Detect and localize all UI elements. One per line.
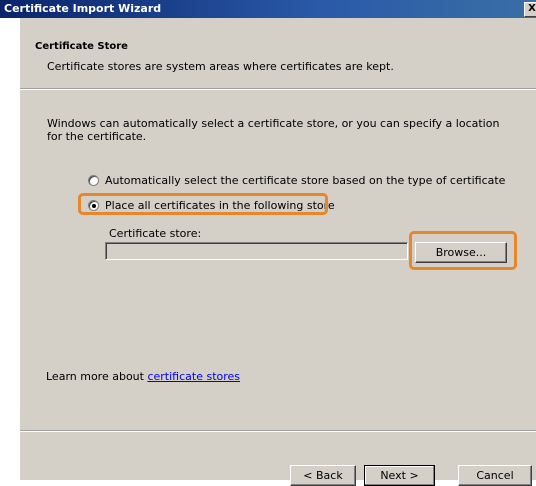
intro-text: Windows can automatically select a certi… xyxy=(47,117,500,143)
title-bar: Certificate Import Wizard X xyxy=(0,0,536,18)
browse-highlight-outline xyxy=(409,231,517,270)
learn-more-text: Learn more about certificate stores xyxy=(46,370,240,383)
radio-auto-select[interactable]: Automatically select the certificate sto… xyxy=(88,174,505,187)
close-button[interactable]: X xyxy=(524,2,536,17)
footer-divider xyxy=(20,430,536,432)
page-title: Certificate Store xyxy=(35,41,128,52)
certificate-stores-link[interactable]: certificate stores xyxy=(147,370,240,383)
radio-auto-label: Automatically select the certificate sto… xyxy=(105,174,506,187)
page-subtitle: Certificate stores are system areas wher… xyxy=(47,60,394,73)
learn-more-prefix: Learn more about xyxy=(46,370,148,383)
wizard-window: Certificate Import Wizard X Certificate … xyxy=(0,0,536,486)
store-label: Certificate store: xyxy=(109,227,202,240)
cancel-button[interactable]: Cancel xyxy=(458,465,532,486)
radio-button-icon[interactable] xyxy=(88,175,99,186)
radio-highlight-outline xyxy=(78,193,328,215)
next-button[interactable]: Next > xyxy=(364,465,435,486)
header-divider xyxy=(20,88,536,90)
back-button[interactable]: < Back xyxy=(290,465,356,486)
window-title: Certificate Import Wizard xyxy=(4,2,162,15)
certificate-store-field[interactable] xyxy=(105,242,408,260)
dialog-body: Certificate Store Certificate stores are… xyxy=(20,18,536,486)
